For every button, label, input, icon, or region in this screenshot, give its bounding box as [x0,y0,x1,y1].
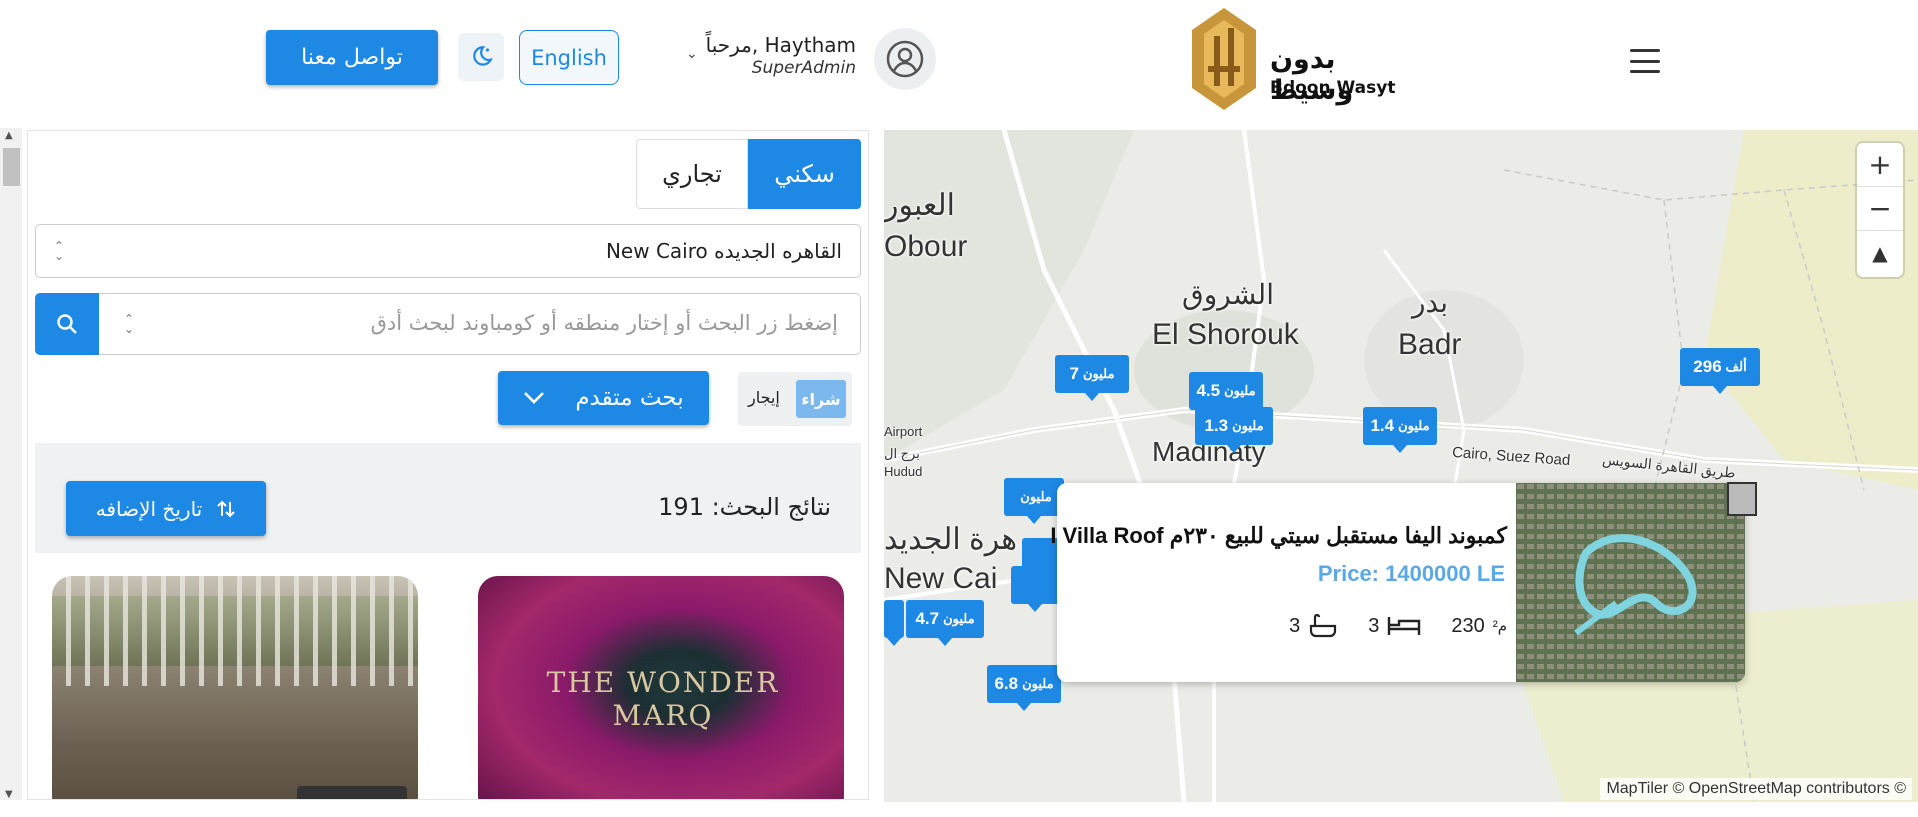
map-label-shorouk: El Shorouk [1152,318,1299,351]
city-select-value: New Cairo القاهره الجديده [605,239,842,263]
price-marker[interactable]: 6.8 مليون [987,665,1061,711]
price-marker[interactable]: 1.4 مليون [1363,407,1437,453]
user-icon [886,40,924,78]
area-stat: 230 م² [1451,615,1507,638]
search-field[interactable]: ⌃ ⌄ إضغط زر البحث أو إختار منطقه أو كومبا… [35,293,861,355]
dark-mode-button[interactable] [458,33,504,81]
buy-option[interactable]: شراء [796,380,846,418]
listing-badge [297,786,407,799]
bed-icon [1388,617,1421,635]
popup-price: Price: 1400000 LE [1317,561,1505,586]
price-marker[interactable]: 4.5 مليون [1189,372,1263,418]
compass-icon[interactable]: ▲ [1857,231,1903,275]
tab-residential[interactable]: سكني [748,139,861,209]
search-panel: سكني تجاري ⌃ ⌄ New Cairo القاهره الجديده … [27,130,869,800]
search-icon [57,314,77,334]
popup-title: I Villa Roof كمبوند اليفا مستقبل سيتي لل… [1050,523,1507,548]
listing-card[interactable] [52,576,418,799]
baths-count: 3 [1289,614,1301,637]
baths-stat: 3 [1289,613,1338,639]
tab-commercial[interactable]: تجاري [636,139,748,209]
price-marker[interactable]: 296 ألف [1680,348,1760,394]
listing-card[interactable]: THE WONDER MARQ [478,576,844,799]
beds-stat: 3 [1368,615,1421,638]
price-marker[interactable]: 4.7 مليون [906,600,984,646]
results-count: نتائج البحث: 191 [658,493,831,521]
popup-image [1516,483,1745,682]
popup-stats: 3 3 230 م² [1269,613,1507,639]
map-label-airport: Airport [884,424,923,439]
zoom-out-button[interactable]: − [1857,187,1903,231]
map-label-hudud: Hudud [884,464,923,479]
logo-text-en: Bdoon Wasyt [1270,78,1396,98]
beds-count: 3 [1368,614,1380,637]
bathtub-icon [1310,613,1337,638]
contact-us-button[interactable]: تواصل معنا [266,30,438,85]
zoom-in-button[interactable]: + [1857,143,1903,187]
buy-rent-toggle[interactable]: إيجار شراء [738,372,852,426]
top-bar: تواصل معنا English ⌄ مرحباً, Haytham Sup… [0,0,1918,125]
user-role: SuperAdmin [751,58,856,78]
moon-icon [473,46,493,66]
close-icon[interactable] [1727,482,1757,516]
menu-icon[interactable] [1630,49,1660,73]
map-label-badr-ar: بدر [1412,287,1449,318]
search-button[interactable] [35,293,99,355]
logo[interactable]: بدون وسيط Bdoon Wasyt [1188,6,1398,112]
logo-mark [1192,8,1256,110]
map-zoom-control: + − ▲ [1857,143,1903,277]
area-value: 230 [1451,614,1485,637]
avatar[interactable] [874,28,936,90]
scroll-thumb[interactable] [3,148,20,186]
map-label-badr: Badr [1398,328,1462,361]
search-input[interactable]: إضغط زر البحث أو إختار منطقه أو كومباوند… [371,311,838,335]
price-marker[interactable]: مليون [1004,478,1064,524]
advanced-search-label: بحث متقدم [575,385,684,411]
sort-icon [217,500,235,517]
map-label-hudud-ar: برج ال [884,446,920,461]
select-arrows-icon: ⌃ ⌄ [124,312,135,336]
sort-by-date-button[interactable]: تاريخ الإضافه [66,481,266,536]
map-label-shorouk-ar: الشروق [1182,279,1274,310]
scroll-up-icon[interactable]: ▲ [5,130,13,141]
map[interactable]: العبور Obour الشروق El Shorouk بدر Badr … [884,130,1918,802]
user-greeting: مرحباً, Haytham [705,33,856,57]
area-unit: م² [1492,618,1507,635]
chevron-down-icon [524,392,545,404]
listing-image-text: THE WONDER MARQ [546,666,780,732]
advanced-search-button[interactable]: بحث متقدم [498,371,709,425]
select-arrows-icon: ⌃ ⌄ [54,239,65,263]
map-attribution[interactable]: MapTiler © OpenStreetMap contributors © [1600,778,1912,800]
rent-option[interactable]: إيجار [748,388,780,407]
map-label-obour: Obour [884,230,968,263]
chevron-down-icon: ⌄ [686,46,698,62]
results-bar: تاريخ الإضافه نتائج البحث: 191 [35,443,861,553]
map-label-obour-ar: العبور [884,189,955,222]
price-marker[interactable]: 1.3 مليون [1195,407,1273,453]
scrollbar[interactable]: ▲ ▼ [0,128,22,800]
city-select[interactable]: ⌃ ⌄ New Cairo القاهره الجديده [35,224,861,278]
map-label-newcairo: New Cai [884,562,998,595]
price-marker[interactable] [884,600,904,646]
sort-label: تاريخ الإضافه [95,496,203,521]
user-menu[interactable]: ⌄ مرحباً, Haytham SuperAdmin [686,28,936,90]
listing-popup[interactable]: I Villa Roof كمبوند اليفا مستقبل سيتي لل… [1050,482,1757,682]
map-label-newcairo-ar: هرة الجديد [884,523,1018,556]
scroll-down-icon[interactable]: ▼ [5,789,13,800]
language-button[interactable]: English [519,30,619,85]
price-marker[interactable]: 7 مليون [1055,355,1129,401]
price-marker[interactable] [1011,566,1059,612]
